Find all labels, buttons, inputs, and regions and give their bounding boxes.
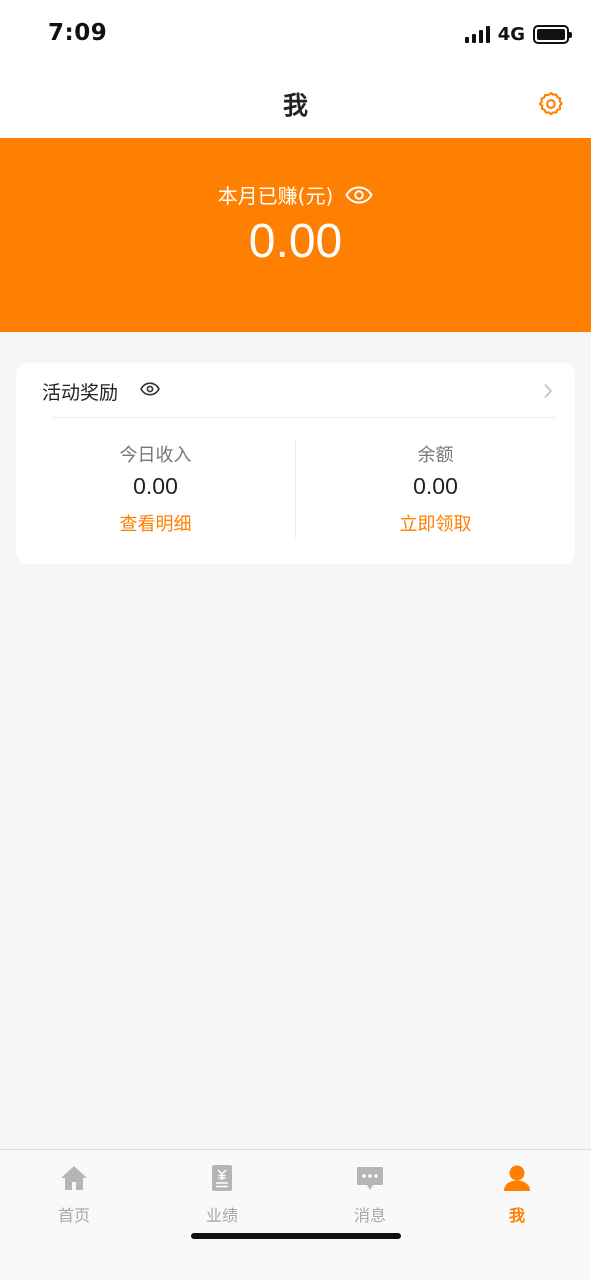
today-income-label: 今日收入 (119, 445, 192, 466)
page-title: 我 (282, 91, 308, 120)
today-income-section: 今日收入 0.00 查看明细 (16, 441, 295, 536)
tab-performance[interactable]: 业绩 (148, 1150, 296, 1236)
tab-performance-label: 业绩 (205, 1206, 238, 1225)
nav-bar: 我 (0, 70, 591, 138)
tab-home[interactable]: 首页 (0, 1150, 148, 1236)
card-divider (52, 417, 555, 418)
user-icon (504, 1165, 530, 1191)
balance-label: 余额 (417, 445, 454, 466)
monthly-earnings-banner: 本月已赚(元) 0.00 (0, 138, 591, 332)
performance-doc-icon (212, 1165, 232, 1191)
balance-section: 余额 0.00 立即领取 (296, 441, 575, 536)
balance-value: 0.00 (413, 473, 458, 499)
monthly-earnings-label-row: 本月已赚(元) (0, 180, 591, 209)
battery-icon (533, 25, 572, 44)
activity-reward-title: 活动奖励 (42, 382, 119, 404)
message-icon (357, 1167, 383, 1190)
eye-icon[interactable] (140, 382, 160, 396)
tab-bar: 首页 业绩 消息 我 (0, 1149, 591, 1280)
chevron-right-icon (544, 383, 553, 399)
activity-reward-card: 活动奖励 今日收入 0.00 查看明细 余额 0.00 立即领取 (16, 363, 575, 564)
me-screen: 7:09 4G 我 本月已赚(元) 0.00 活动奖励 今日收入 0.00 查看… (0, 0, 591, 1280)
tab-messages-label: 消息 (353, 1206, 386, 1225)
gear-icon (538, 91, 563, 116)
status-indicators: 4G (464, 24, 572, 45)
status-bar: 7:09 4G (0, 0, 591, 70)
monthly-earnings-value: 0.00 (248, 215, 343, 268)
activity-reward-header[interactable]: 活动奖励 (16, 363, 575, 418)
claim-now-link[interactable]: 立即领取 (400, 510, 472, 536)
status-time: 7:09 (48, 20, 108, 46)
home-indicator (191, 1233, 401, 1239)
home-icon (61, 1166, 87, 1190)
view-details-link[interactable]: 查看明细 (120, 510, 192, 536)
signal-strength-icon (464, 26, 490, 43)
tab-me-label: 我 (508, 1206, 525, 1225)
monthly-earnings-label: 本月已赚(元) (217, 184, 334, 208)
eye-icon[interactable] (345, 185, 373, 204)
tab-messages[interactable]: 消息 (296, 1150, 444, 1236)
today-income-value: 0.00 (133, 473, 178, 499)
tab-me[interactable]: 我 (443, 1150, 591, 1236)
settings-button[interactable] (537, 90, 565, 118)
network-type: 4G (497, 24, 525, 45)
tab-home-label: 首页 (57, 1206, 90, 1225)
